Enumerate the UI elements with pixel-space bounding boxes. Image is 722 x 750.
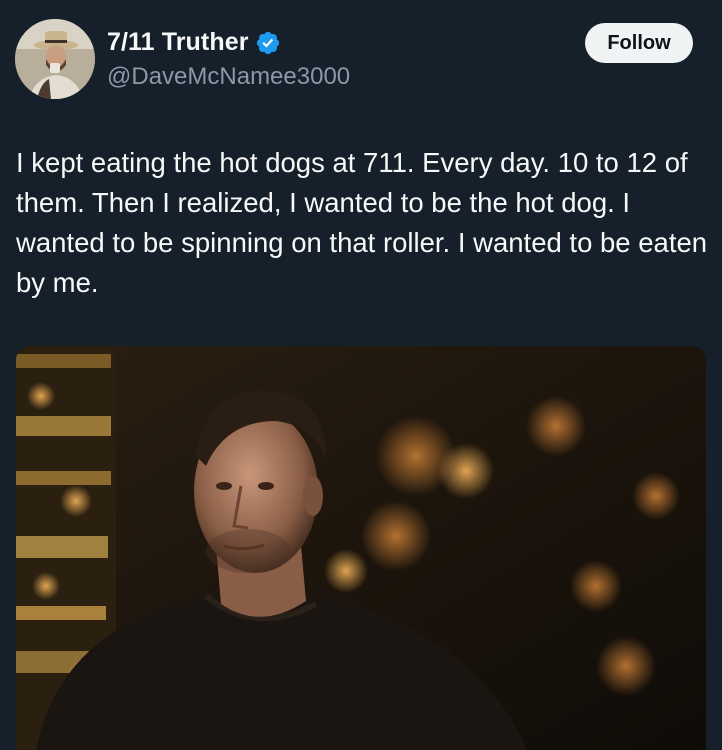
follow-button[interactable]: Follow <box>585 23 693 63</box>
media-image <box>16 346 706 750</box>
tweet-media-photo[interactable] <box>16 346 706 750</box>
verified-badge-icon <box>255 30 281 56</box>
tweet-card: 7/11 Truther @DaveMcNamee3000 Follow I k… <box>0 0 722 750</box>
avatar-photo <box>15 19 95 99</box>
avatar[interactable] <box>15 19 95 99</box>
tweet-text: I kept eating the hot dogs at 711. Every… <box>16 147 708 298</box>
author-display-name[interactable]: 7/11 Truther <box>107 28 249 57</box>
author-handle[interactable]: @DaveMcNamee3000 <box>107 63 350 91</box>
author-name-row: 7/11 Truther <box>107 28 281 57</box>
